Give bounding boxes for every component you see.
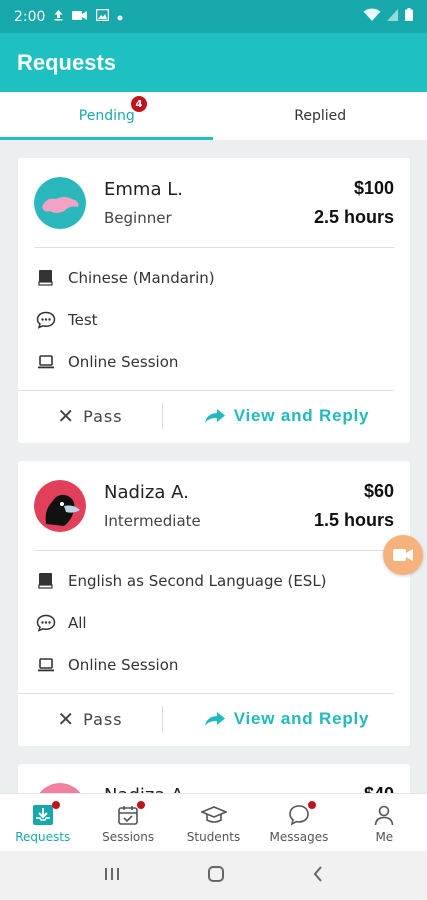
pending-count-badge: 4 bbox=[131, 96, 147, 112]
nav-label: Students bbox=[186, 829, 241, 844]
recent-apps-icon[interactable] bbox=[103, 866, 121, 886]
subject-row: Chinese (Mandarin) bbox=[36, 257, 394, 299]
student-level: Intermediate bbox=[104, 512, 201, 530]
message-row: Test bbox=[36, 299, 394, 341]
bottom-nav: Requests Sessions Students Messages Me bbox=[0, 793, 427, 851]
tab-replied[interactable]: Replied bbox=[214, 92, 427, 140]
request-card-header: Emma L. Beginner $100 2.5 hours bbox=[34, 158, 394, 248]
request-card[interactable]: Emma L. Beginner $100 2.5 hours Chinese … bbox=[18, 158, 410, 443]
pass-label: Pass bbox=[83, 709, 123, 729]
share-arrow-icon bbox=[204, 712, 225, 726]
pass-button[interactable]: ✕ Pass bbox=[18, 694, 162, 744]
tab-bar: Pending 4 Replied bbox=[0, 92, 427, 140]
request-details: English as Second Language (ESL) All Onl… bbox=[18, 551, 394, 694]
subject-row: English as Second Language (ESL) bbox=[36, 560, 394, 602]
wifi-icon bbox=[363, 8, 381, 26]
request-price: $100 bbox=[353, 178, 394, 198]
session-type-row: Online Session bbox=[36, 341, 394, 383]
page-title: Requests bbox=[17, 49, 117, 75]
request-card[interactable]: Nadiza A. Intermediate $60 1.5 hours Eng… bbox=[18, 461, 410, 746]
tab-replied-label: Replied bbox=[294, 108, 347, 124]
book-icon bbox=[36, 268, 56, 288]
subject-text: Chinese (Mandarin) bbox=[68, 269, 215, 287]
session-type-text: Online Session bbox=[68, 353, 179, 371]
request-price: $60 bbox=[363, 481, 394, 501]
graduation-cap-icon bbox=[200, 802, 227, 828]
status-bar: 2:00 bbox=[0, 0, 427, 33]
nav-label: Sessions bbox=[102, 829, 155, 844]
nav-messages[interactable]: Messages bbox=[256, 794, 341, 851]
battery-icon bbox=[405, 8, 413, 25]
request-duration: 2.5 hours bbox=[313, 207, 394, 227]
pass-label: Pass bbox=[83, 406, 123, 426]
requests-icon bbox=[32, 800, 60, 828]
avatar bbox=[34, 480, 86, 532]
video-icon bbox=[72, 9, 88, 25]
nav-sessions[interactable]: Sessions bbox=[85, 794, 170, 851]
calendar-icon bbox=[117, 800, 146, 828]
request-actions: ✕ Pass View and Reply bbox=[18, 391, 410, 441]
nav-requests[interactable]: Requests bbox=[0, 794, 85, 851]
close-icon: ✕ bbox=[57, 404, 76, 428]
nav-me[interactable]: Me bbox=[342, 794, 427, 851]
signal-icon bbox=[387, 8, 399, 25]
nav-label: Messages bbox=[269, 829, 329, 844]
app-bar: Requests bbox=[0, 33, 427, 92]
nav-label: Me bbox=[375, 829, 394, 844]
reply-label: View and Reply bbox=[233, 406, 370, 425]
subject-text: English as Second Language (ESL) bbox=[68, 572, 327, 590]
session-type-row: Online Session bbox=[36, 644, 394, 686]
back-icon[interactable] bbox=[312, 865, 324, 887]
person-icon bbox=[373, 802, 395, 828]
nav-notification-dot bbox=[51, 800, 60, 809]
status-time: 2:00 bbox=[14, 8, 46, 25]
chat-bubble-icon bbox=[288, 800, 316, 828]
nav-label: Requests bbox=[15, 829, 71, 844]
request-price: $40 bbox=[364, 784, 394, 793]
pass-button[interactable]: ✕ Pass bbox=[18, 391, 162, 441]
request-duration: 1.5 hours bbox=[313, 510, 394, 530]
request-actions: ✕ Pass View and Reply bbox=[18, 694, 410, 744]
laptop-icon bbox=[36, 655, 56, 675]
close-icon: ✕ bbox=[57, 707, 76, 731]
book-icon bbox=[36, 571, 56, 591]
message-text: All bbox=[68, 614, 87, 632]
upload-icon bbox=[53, 9, 64, 25]
chat-dots-icon bbox=[36, 613, 56, 633]
message-text: Test bbox=[68, 311, 98, 329]
avatar bbox=[34, 177, 86, 229]
student-name: Nadiza A. bbox=[104, 785, 189, 793]
nav-notification-dot bbox=[137, 800, 146, 809]
share-arrow-icon bbox=[204, 409, 225, 423]
system-nav-bar bbox=[0, 851, 427, 900]
student-name: Emma L. bbox=[104, 179, 183, 200]
request-list[interactable]: Emma L. Beginner $100 2.5 hours Chinese … bbox=[0, 140, 427, 793]
image-icon bbox=[96, 8, 110, 25]
view-and-reply-button[interactable]: View and Reply bbox=[163, 391, 410, 441]
nav-students[interactable]: Students bbox=[171, 794, 256, 851]
request-card-header: Nadiza A. Intermediate $60 1.5 hours bbox=[34, 461, 394, 551]
tab-pending[interactable]: Pending 4 bbox=[0, 92, 214, 140]
notification-dot-icon bbox=[117, 9, 123, 25]
view-and-reply-button[interactable]: View and Reply bbox=[163, 694, 410, 744]
chat-dots-icon bbox=[36, 310, 56, 330]
avatar bbox=[34, 783, 86, 793]
nav-notification-dot bbox=[307, 800, 316, 809]
student-level: Beginner bbox=[104, 209, 172, 227]
video-call-button[interactable] bbox=[383, 535, 423, 575]
request-details: Chinese (Mandarin) Test Online Session bbox=[18, 248, 394, 391]
laptop-icon bbox=[36, 352, 56, 372]
home-icon[interactable] bbox=[207, 865, 225, 887]
request-card-header: Nadiza A. $40 bbox=[34, 764, 394, 793]
reply-label: View and Reply bbox=[233, 709, 370, 728]
request-card[interactable]: Nadiza A. $40 bbox=[18, 764, 410, 793]
session-type-text: Online Session bbox=[68, 656, 179, 674]
student-name: Nadiza A. bbox=[104, 482, 189, 503]
tab-pending-label: Pending bbox=[78, 108, 135, 124]
message-row: All bbox=[36, 602, 394, 644]
video-camera-icon bbox=[393, 549, 413, 561]
